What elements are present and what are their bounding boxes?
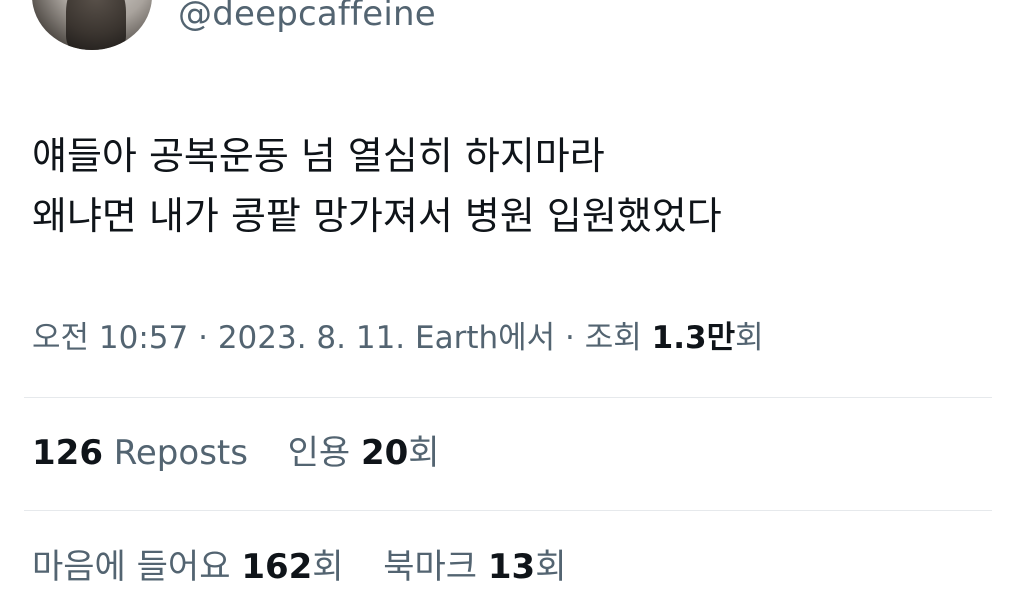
author-handle[interactable]: @deepcaffeine <box>178 0 436 34</box>
reposts-count: 126 <box>32 433 103 473</box>
tweet-text-line-2: 왜냐면 내가 콩팥 망가져서 병원 입원했었다 <box>32 194 722 238</box>
bookmarks-link[interactable]: 북마크 13회 <box>383 547 566 587</box>
tweet-text: 얘들아 공복운동 넘 열심히 하지마라 왜냐면 내가 콩팥 망가져서 병원 입원… <box>32 126 722 246</box>
divider <box>24 510 992 511</box>
tweet-text-line-1: 얘들아 공복운동 넘 열심히 하지마라 <box>32 134 605 178</box>
tweet-source: Earth에서 <box>415 320 556 356</box>
avatar-figure <box>66 0 126 50</box>
avatar[interactable] <box>32 0 152 50</box>
bookmarks-label: 북마크 <box>383 547 478 587</box>
divider <box>24 397 992 398</box>
tweet-date[interactable]: 2023. 8. 11. <box>218 320 405 356</box>
likes-count: 162 <box>241 547 313 587</box>
reposts-label: Reposts <box>113 433 248 473</box>
likes-label: 마음에 들어요 <box>32 547 231 587</box>
views-count: 1.3만 <box>651 320 736 356</box>
meta-separator: · <box>198 320 208 356</box>
reposts-quotes-row: 126 Reposts 인용 20회 <box>32 429 440 477</box>
bookmarks-suffix: 회 <box>535 547 567 587</box>
quotes-suffix: 회 <box>408 433 440 473</box>
likes-link[interactable]: 마음에 들어요 162회 <box>32 547 344 587</box>
meta-separator: · <box>565 320 575 356</box>
tweet-time[interactable]: 오전 10:57 <box>32 320 188 356</box>
quotes-count: 20 <box>360 433 409 473</box>
quotes-label: 인용 <box>287 433 351 473</box>
views-label: 조회 <box>584 320 642 356</box>
likes-suffix: 회 <box>312 547 344 587</box>
reposts-link[interactable]: 126 Reposts <box>32 433 248 473</box>
likes-bookmarks-row: 마음에 들어요 162회 북마크 13회 <box>32 543 566 591</box>
tweet-meta: 오전 10:57 · 2023. 8. 11. Earth에서 · 조회 1.3… <box>32 316 764 360</box>
quotes-link[interactable]: 인용 20회 <box>288 433 440 473</box>
bookmarks-count: 13 <box>487 547 536 587</box>
views-suffix: 회 <box>735 320 764 356</box>
